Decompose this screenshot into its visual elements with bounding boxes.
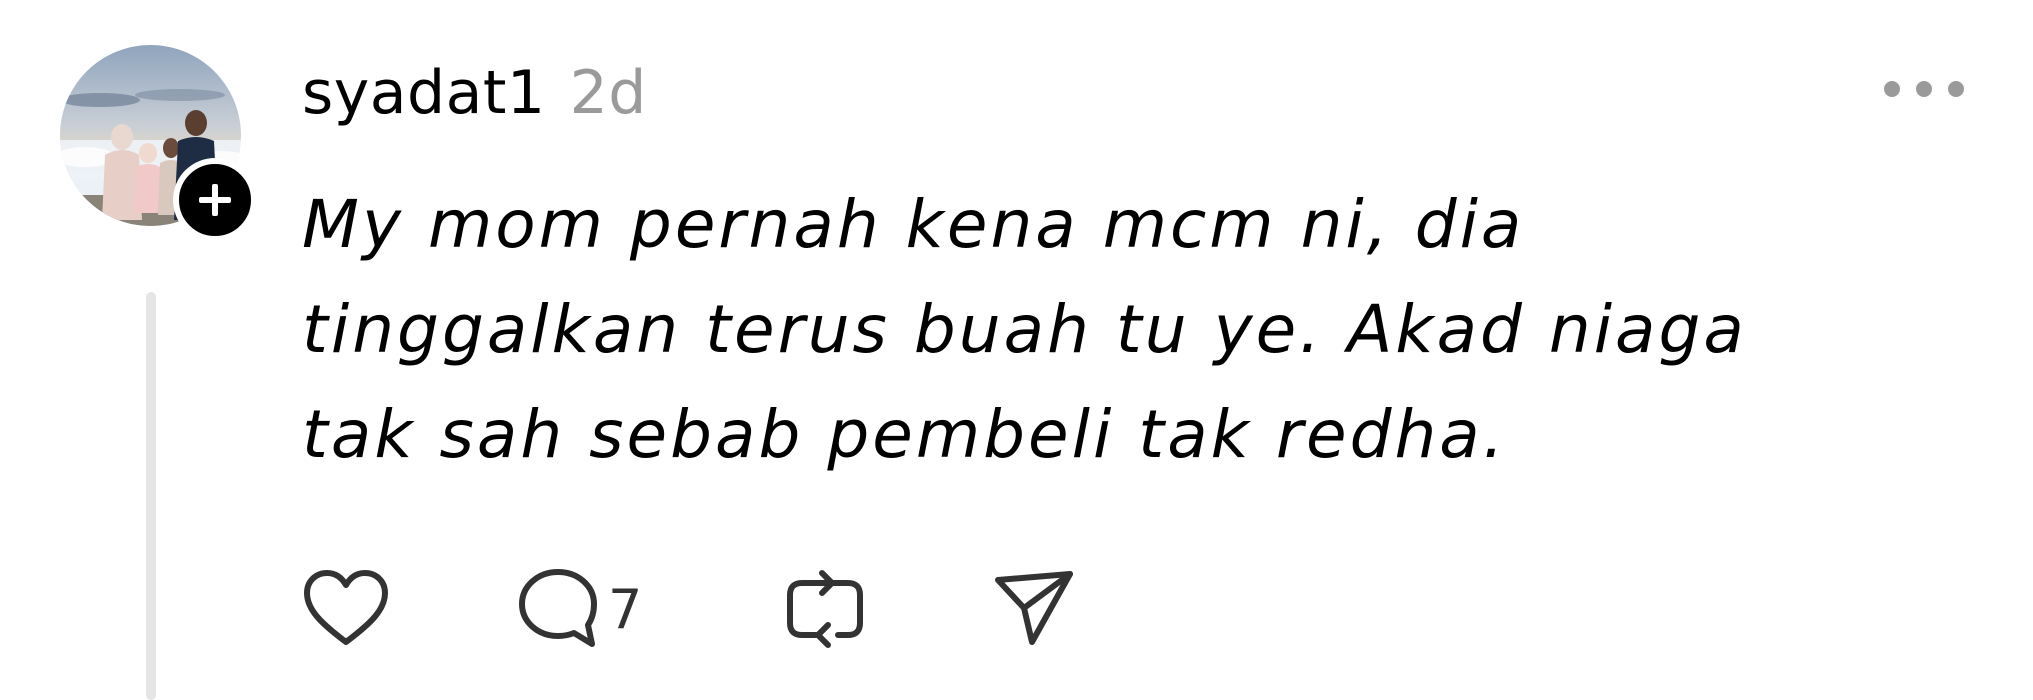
username[interactable]: syadat1 [302,58,546,128]
plus-icon [199,184,231,216]
post-text: My mom pernah kena mcm ni, dia tinggalka… [302,186,1747,473]
more-horizontal-icon [1884,81,1900,97]
more-horizontal-icon [1916,81,1932,97]
share-button[interactable] [992,563,1076,653]
follow-button[interactable] [173,158,257,242]
more-options-button[interactable] [1884,76,1964,102]
reply-button[interactable]: 7 [516,563,642,653]
post-actions: 7 [302,563,1102,653]
repost-button[interactable] [782,563,868,653]
timestamp[interactable]: 2d [570,58,647,128]
post-header: syadat1 2d [302,58,647,138]
send-icon [995,571,1073,645]
reply-count: 7 [608,577,643,641]
comment-bubble-icon [519,569,597,647]
repost-icon [787,570,863,648]
more-horizontal-icon [1948,81,1964,97]
heart-icon [304,570,388,645]
like-button[interactable] [302,563,390,653]
thread-line [146,292,156,700]
